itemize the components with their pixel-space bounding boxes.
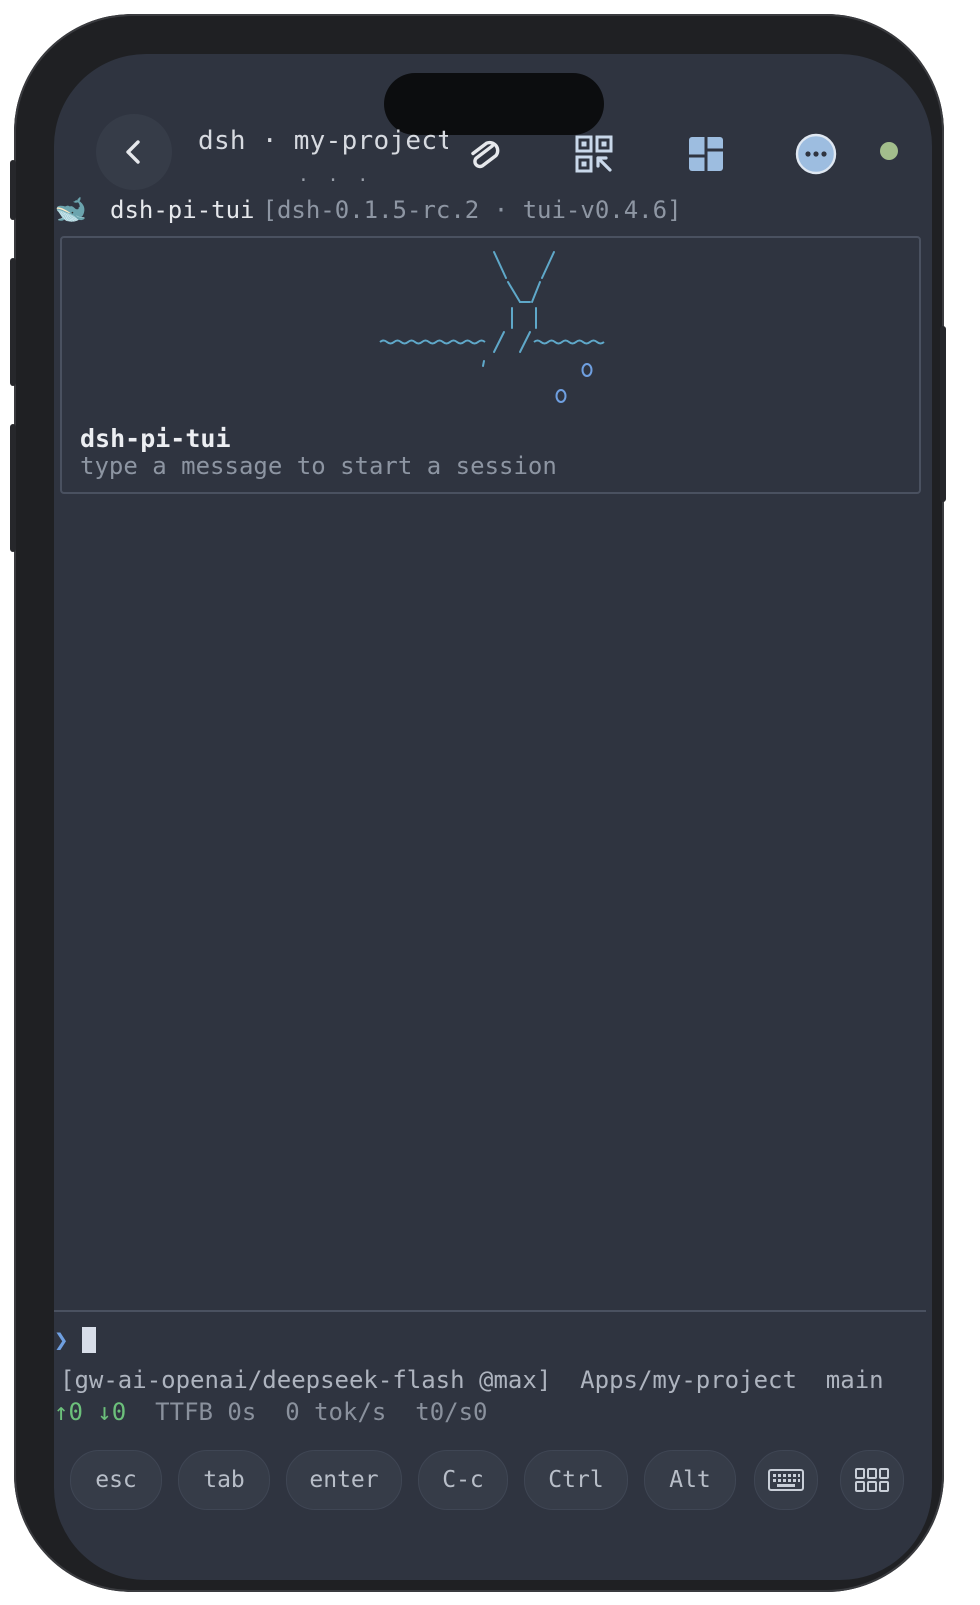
app-header: 🐋 dsh-pi-tui [dsh-0.1.5-rc.2 · tui-v0.4.… <box>54 192 932 228</box>
qr-scan-button[interactable] <box>570 130 618 178</box>
session-title-wrap[interactable]: dsh · my-project · · · <box>198 126 448 182</box>
qr-code-icon <box>575 135 613 173</box>
screen: dsh · my-project · · · 🐋 dsh-pi-tui [dsh… <box>54 54 932 1580</box>
prompt-input[interactable]: ❯ <box>54 1322 97 1358</box>
top-bar: dsh · my-project · · · <box>54 112 932 192</box>
version-label: [dsh-0.1.5-rc.2 · tui-v0.4.6] <box>262 196 682 224</box>
side-button-silent <box>10 160 16 220</box>
input-divider <box>54 1310 926 1312</box>
ascii-art-logo <box>379 251 605 403</box>
status-line-model: [gw-ai-openai/deepseek-flash @max] Apps/… <box>60 1366 884 1394</box>
prompt-chevron-icon: ❯ <box>54 1326 69 1354</box>
chevron-left-icon <box>126 140 140 164</box>
key-ctrl[interactable]: Ctrl <box>524 1450 628 1510</box>
connection-status-dot <box>880 142 898 160</box>
more-keys-button[interactable] <box>840 1450 904 1510</box>
grid-icon <box>855 1468 889 1492</box>
welcome-panel: dsh-pi-tui type a message to start a ses… <box>60 236 921 494</box>
welcome-title: dsh-pi-tui <box>80 424 231 453</box>
layout-split-icon <box>689 137 723 171</box>
upload-count: ↑0 <box>54 1398 83 1426</box>
layout-button[interactable] <box>682 130 730 178</box>
keyboard-toggle-button[interactable] <box>754 1450 818 1510</box>
side-button-volume-up <box>10 258 16 386</box>
key-alt[interactable]: Alt <box>644 1450 736 1510</box>
key-esc[interactable]: esc <box>70 1450 162 1510</box>
side-button-power <box>940 326 946 502</box>
key-enter[interactable]: enter <box>286 1450 402 1510</box>
whale-icon: 🐋 <box>54 195 88 225</box>
phone-frame: dsh · my-project · · · 🐋 dsh-pi-tui [dsh… <box>10 14 946 1592</box>
side-button-volume-down <box>10 424 16 552</box>
more-horizontal-icon <box>795 133 837 175</box>
back-button[interactable] <box>96 114 172 190</box>
extra-keys-bar: esc tab enter C-c Ctrl Alt <box>70 1450 930 1510</box>
key-ctrl-c[interactable]: C-c <box>418 1450 508 1510</box>
more-options-button[interactable] <box>792 130 840 178</box>
key-tab[interactable]: tab <box>178 1450 270 1510</box>
metrics-text: TTFB 0s 0 tok/s t0/s0 <box>126 1398 488 1426</box>
welcome-hint: type a message to start a session <box>80 452 557 480</box>
keyboard-icon <box>768 1469 804 1491</box>
session-title: dsh · my-project <box>198 126 448 156</box>
app-name: dsh-pi-tui <box>110 196 255 224</box>
status-line-metrics: ↑0 ↓0 TTFB 0s 0 tok/s t0/s0 <box>54 1398 488 1426</box>
paperclip-icon <box>471 140 500 169</box>
download-count: ↓0 <box>97 1398 127 1426</box>
session-subtitle: · · · <box>298 170 373 182</box>
text-cursor <box>82 1327 97 1353</box>
attach-button[interactable] <box>460 130 508 178</box>
